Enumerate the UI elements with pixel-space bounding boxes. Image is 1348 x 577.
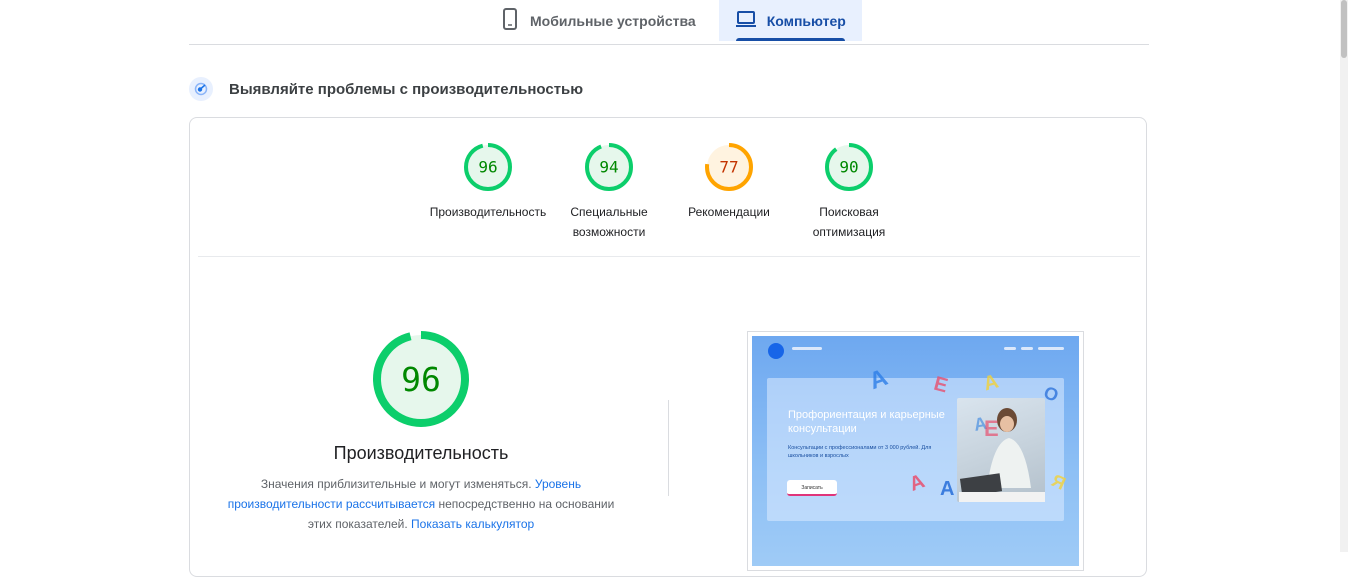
laptop-icon: [735, 10, 757, 31]
performance-icon: [189, 77, 213, 101]
desc-text-1: Значения приблизительные и могут изменят…: [260, 477, 535, 491]
gauge-score-accessibility: 94: [599, 158, 618, 177]
gauge-label-seo: Поисковая оптимизация: [789, 202, 909, 242]
gauge-label-best-practices: Рекомендации: [688, 205, 770, 219]
gauge-label-seo-line1: Поисковая: [819, 205, 879, 219]
gauge-ring-best-practices: 77: [705, 143, 753, 191]
device-tabs: Мобильные устройства Компьютер: [488, 0, 862, 41]
site-hero-photo: [957, 398, 1045, 502]
scrollbar-thumb[interactable]: [1341, 0, 1347, 58]
main-score: 96: [401, 360, 441, 399]
site-brand-text: [792, 347, 822, 350]
tab-mobile[interactable]: Мобильные устройства: [488, 0, 712, 41]
gauge-label-accessibility: Специальные возможности: [549, 202, 669, 242]
tabs-divider: [189, 44, 1149, 45]
vertical-divider: [668, 400, 669, 496]
active-tab-indicator: [735, 38, 845, 41]
gauge-label-performance: Производительность: [429, 205, 547, 219]
gauges-divider: [198, 256, 1140, 257]
final-screenshot: Профориентация и карьерные консультации …: [752, 336, 1079, 566]
site-nav-item: [1021, 347, 1033, 350]
gauge-ring-accessibility: 94: [585, 143, 633, 191]
site-cta-button: Записать: [787, 480, 837, 496]
gauge-score-performance: 96: [478, 158, 497, 177]
show-calculator-link[interactable]: Показать калькулятор: [411, 517, 534, 531]
smartphone-icon: [500, 8, 520, 33]
site-nav-item: [1004, 347, 1016, 350]
gauge-ring-performance: 96: [464, 143, 512, 191]
tab-mobile-label: Мобильные устройства: [530, 12, 696, 29]
page-scrollbar[interactable]: [1340, 0, 1348, 552]
gauge-performance[interactable]: 96 Производительность: [428, 142, 548, 222]
gauge-score-seo: 90: [839, 158, 858, 177]
gauge-score-best-practices: 77: [719, 158, 738, 177]
gauge-seo[interactable]: 90 Поисковая оптимизация: [789, 142, 909, 242]
gauge-best-practices[interactable]: 77 Рекомендации: [669, 142, 789, 222]
gauge-accessibility[interactable]: 94 Специальные возможности: [549, 142, 669, 242]
decor-letter: А: [940, 478, 955, 500]
gauge-label-accessibility-line1: Специальные: [570, 205, 648, 219]
main-score-description: Значения приблизительные и могут изменят…: [226, 474, 616, 534]
category-gauges: 96 Производительность 94 Специальные возм…: [420, 142, 900, 242]
gauge-label-accessibility-line2: возможности: [572, 225, 646, 239]
tab-desktop-label: Компьютер: [766, 12, 846, 29]
site-heading: Профориентация и карьерные консультации: [788, 409, 945, 435]
site-logo: [768, 343, 784, 359]
section-header: Выявляйте проблемы с производительностью: [189, 77, 583, 101]
gauge-ring-seo: 90: [825, 143, 873, 191]
main-gauge-ring: 96: [373, 331, 469, 427]
main-score-title: Производительность: [333, 443, 509, 463]
site-nav-item: [1038, 347, 1064, 350]
section-title: Выявляйте проблемы с производительностью: [229, 80, 584, 98]
site-subtext: Консультации с профессионалами от 3 000 …: [788, 445, 932, 459]
gauge-label-seo-line2: оптимизация: [812, 225, 886, 239]
decor-letter: Е: [984, 416, 999, 441]
tab-desktop[interactable]: Компьютер: [718, 0, 862, 41]
main-performance-gauge: 96: [373, 331, 469, 432]
